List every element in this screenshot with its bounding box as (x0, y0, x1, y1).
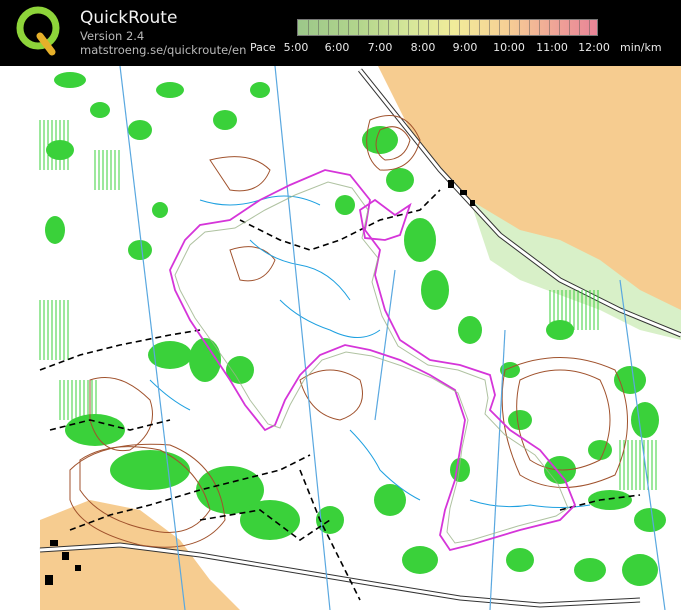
scale-divider (338, 20, 340, 35)
scale-divider (308, 20, 310, 35)
pace-tick-label: 6:00 (324, 41, 350, 54)
scale-divider (518, 20, 520, 35)
app-version: Version 2.4 (80, 29, 145, 43)
orienteering-map[interactable] (0, 66, 681, 610)
scale-divider (468, 20, 470, 35)
app-title: QuickRoute (80, 8, 178, 28)
scale-divider (488, 20, 490, 35)
pace-tick-label: 12:00 (578, 41, 610, 54)
scale-divider (318, 20, 320, 35)
scale-divider (588, 20, 590, 35)
scale-divider (358, 20, 360, 35)
scale-divider (328, 20, 330, 35)
scale-divider (428, 20, 430, 35)
scale-divider (548, 20, 550, 35)
pace-tick-label: 11:00 (536, 41, 568, 54)
scale-divider (448, 20, 450, 35)
quickroute-logo-icon (16, 6, 60, 56)
pace-tick-label: 7:00 (367, 41, 393, 54)
scale-divider (538, 20, 540, 35)
scale-divider (578, 20, 580, 35)
scale-divider (388, 20, 390, 35)
scale-divider (368, 20, 370, 35)
header-bar: QuickRoute Version 2.4 matstroeng.se/qui… (0, 0, 681, 66)
scale-divider (508, 20, 510, 35)
pace-tick-label: 9:00 (452, 41, 478, 54)
scale-divider (418, 20, 420, 35)
scale-divider (398, 20, 400, 35)
app-url: matstroeng.se/quickroute/en (80, 43, 247, 57)
scale-divider (568, 20, 570, 35)
pace-label: Pace (250, 41, 276, 54)
scale-divider (478, 20, 480, 35)
scale-divider (498, 20, 500, 35)
scale-divider (378, 20, 380, 35)
pace-tick-label: 10:00 (493, 41, 525, 54)
scale-divider (408, 20, 410, 35)
scale-divider (528, 20, 530, 35)
scale-divider (438, 20, 440, 35)
pace-tick-label: 5:00 (283, 41, 309, 54)
scale-divider (558, 20, 560, 35)
pace-tick-label: 8:00 (410, 41, 436, 54)
scale-divider (348, 20, 350, 35)
scale-divider (458, 20, 460, 35)
pace-color-scale (297, 19, 598, 36)
pace-unit: min/km (620, 41, 662, 54)
